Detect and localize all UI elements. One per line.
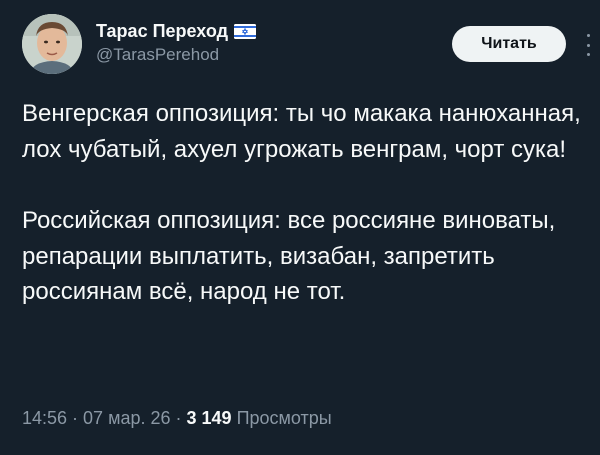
tweet-paragraph-2: Российская оппозиция: все россияне винов… [22, 207, 556, 306]
more-dot [586, 53, 590, 56]
tweet-paragraph-1: Венгерская оппозиция: ты чо макака нанюх… [22, 100, 581, 163]
author-handle[interactable]: @TarasPerehod [96, 44, 256, 66]
tweet-text: Венгерская оппозиция: ты чо макака нанюх… [22, 96, 582, 310]
meta-separator: · [170, 408, 187, 428]
display-name[interactable]: Тарас Переход [96, 20, 228, 42]
avatar-image [22, 14, 82, 74]
author-names: Тарас Переход @TarasPerehod [96, 20, 257, 66]
follow-button[interactable]: Читать [452, 26, 566, 62]
views-label[interactable]: Просмотры [237, 408, 332, 428]
israel-flag-icon [234, 23, 257, 39]
more-vertical-icon[interactable] [584, 34, 592, 56]
tweet-meta: 14:56 · 07 мар. 26 · 3 149 Просмотры [22, 406, 332, 430]
views-count: 3 149 [186, 408, 232, 428]
display-name-row: Тарас Переход [96, 20, 257, 42]
tweet-header: Тарас Переход @TarasPerehod Читать [22, 10, 590, 82]
more-dot [586, 34, 590, 37]
meta-separator: · [67, 408, 84, 428]
tweet-time[interactable]: 14:56 [22, 408, 67, 428]
avatar[interactable] [22, 14, 82, 74]
tweet-date[interactable]: 07 мар. 26 [83, 408, 170, 428]
more-dot [586, 43, 590, 47]
tweet-card: Тарас Переход @TarasPerehod Читать Венге… [0, 0, 600, 455]
